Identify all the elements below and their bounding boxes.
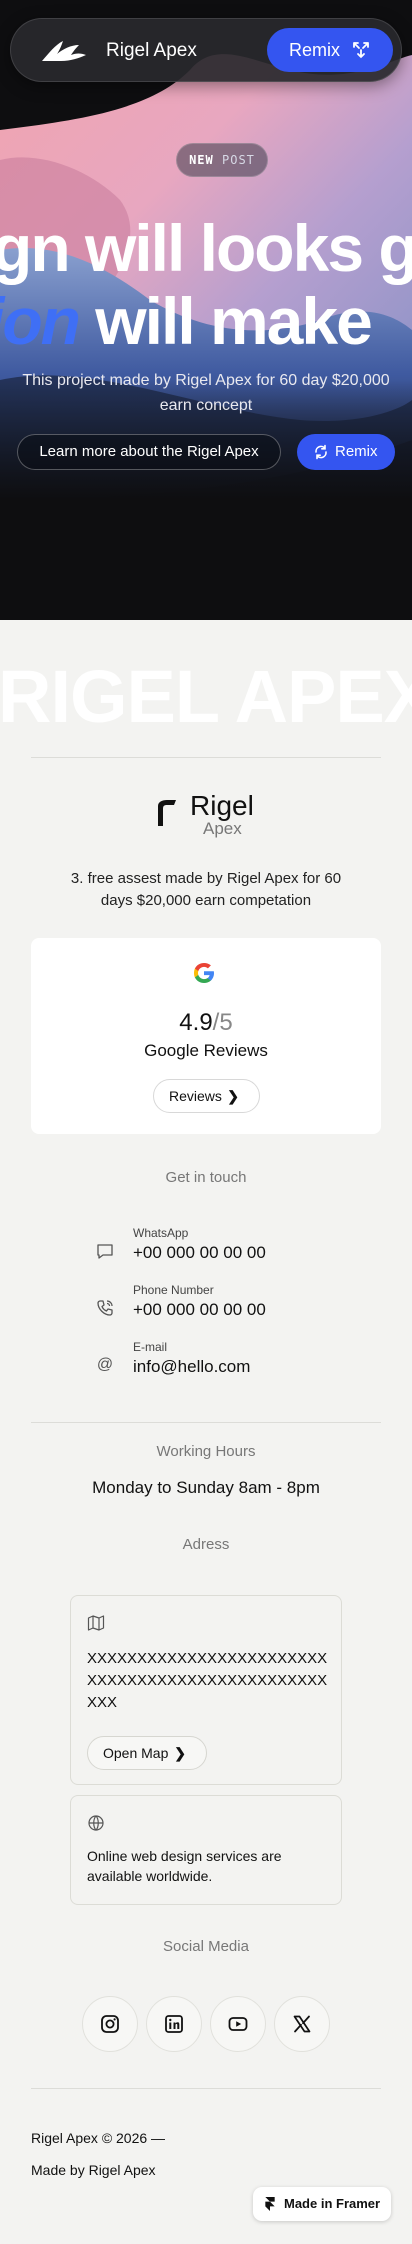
contact-label: E-mail bbox=[133, 1340, 168, 1354]
google-icon bbox=[194, 963, 214, 983]
badge-new-text: NEW bbox=[189, 153, 214, 167]
rating-label: Google Reviews bbox=[144, 1041, 268, 1060]
rating-max: /5 bbox=[212, 1009, 233, 1036]
big-brand-wordmark: RIGEL APEX bbox=[0, 655, 412, 738]
globe-icon bbox=[88, 1815, 104, 1831]
linkedin-icon bbox=[165, 2015, 183, 2033]
address-text: XXXXXXXXXXXXXXXXXXXXXXXXXXXXXXXXXXXXXXXX… bbox=[87, 1650, 328, 1711]
footer-copyright: Rigel Apex © 2026 — bbox=[31, 2130, 166, 2146]
contact-value[interactable]: +00 000 00 00 00 bbox=[133, 1242, 266, 1264]
address-card: XXXXXXXXXXXXXXXXXXXXXXXXXXXXXXXXXXXXXXXX… bbox=[70, 1595, 342, 1785]
nav-brand-name[interactable]: Rigel Apex bbox=[106, 39, 197, 63]
headline-italic-text: ion bbox=[0, 284, 81, 358]
chat-icon bbox=[97, 1244, 113, 1259]
profile-description: 3. free assest made by Rigel Apex for 60… bbox=[70, 870, 342, 909]
contact-section-title: Get in touch bbox=[165, 1169, 247, 1186]
youtube-icon bbox=[228, 2017, 248, 2031]
instagram-link[interactable] bbox=[82, 1996, 138, 2052]
working-hours-value: Monday to Sunday 8am - 8pm bbox=[92, 1478, 320, 1497]
online-services-text: Online web design services are available… bbox=[87, 1848, 282, 1884]
contact-email[interactable]: @ E-mail info@hello.com bbox=[92, 1339, 332, 1385]
instagram-icon bbox=[101, 2015, 119, 2033]
open-map-label: Open Map bbox=[103, 1745, 169, 1761]
hours-section-title: Working Hours bbox=[156, 1443, 256, 1460]
divider bbox=[31, 2088, 381, 2089]
profile-name-line2: Apex bbox=[203, 819, 242, 838]
nav-remix-button[interactable]: Remix bbox=[267, 28, 393, 72]
at-icon: @ bbox=[96, 1356, 114, 1373]
nav-remix-label: Remix bbox=[289, 39, 341, 60]
rating-score: 4.9/5 bbox=[0, 1008, 412, 1038]
chevron-right-icon: ❯ bbox=[227, 1088, 239, 1104]
framer-badge-label: Made in Framer bbox=[284, 2196, 381, 2211]
hero-section: Rigel Apex Remix NEW POST gn will looks … bbox=[0, 0, 412, 620]
social-section-title: Social Media bbox=[163, 1938, 249, 1955]
bird-logo-icon[interactable] bbox=[41, 39, 87, 63]
made-in-framer-badge[interactable]: Made in Framer bbox=[253, 2187, 391, 2221]
x-link[interactable] bbox=[274, 1996, 330, 2052]
contact-value[interactable]: info@hello.com bbox=[133, 1356, 250, 1378]
refresh-icon bbox=[315, 444, 327, 460]
open-map-button[interactable]: Open Map ❯ bbox=[87, 1736, 207, 1770]
remix-arrows-icon bbox=[353, 42, 369, 59]
hero-remix-label: Remix bbox=[335, 443, 378, 460]
divider bbox=[31, 757, 381, 758]
divider bbox=[31, 1422, 381, 1423]
rating-value: 4.9 bbox=[179, 1009, 213, 1036]
top-navbar: Rigel Apex Remix bbox=[10, 18, 402, 82]
footer-made-by[interactable]: Made by Rigel Apex bbox=[31, 2160, 156, 2180]
new-post-badge: NEW POST bbox=[176, 143, 268, 177]
chevron-right-icon: ❯ bbox=[174, 1745, 186, 1761]
profile-name-line1: Rigel bbox=[190, 790, 254, 821]
hero-headline-line2: ion will make bbox=[0, 284, 373, 358]
reviews-button-label: Reviews bbox=[169, 1088, 222, 1104]
youtube-link[interactable] bbox=[210, 1996, 266, 2052]
reviews-button[interactable]: Reviews ❯ bbox=[153, 1079, 260, 1113]
contact-label: WhatsApp bbox=[133, 1226, 189, 1240]
address-section-title: Adress bbox=[182, 1536, 230, 1553]
online-services-card: Online web design services are available… bbox=[70, 1795, 342, 1905]
rigel-logo-icon bbox=[158, 800, 176, 826]
linkedin-link[interactable] bbox=[146, 1996, 202, 2052]
contact-value[interactable]: +00 000 00 00 00 bbox=[133, 1299, 266, 1321]
hero-headline-line1: gn will looks g bbox=[0, 211, 412, 285]
map-icon bbox=[87, 1615, 105, 1631]
badge-post-text: POST bbox=[222, 153, 255, 167]
learn-more-button[interactable]: Learn more about the Rigel Apex bbox=[17, 434, 281, 470]
x-icon bbox=[293, 2015, 311, 2033]
contact-label: Phone Number bbox=[133, 1283, 214, 1297]
contact-phone[interactable]: Phone Number +00 000 00 00 00 bbox=[92, 1282, 332, 1328]
hero-subtitle: This project made by Rigel Apex for 60 d… bbox=[22, 372, 390, 414]
hero-remix-button[interactable]: Remix bbox=[297, 434, 395, 470]
framer-icon bbox=[265, 2197, 275, 2211]
phone-icon bbox=[97, 1300, 113, 1316]
contact-whatsapp[interactable]: WhatsApp +00 000 00 00 00 bbox=[92, 1225, 332, 1271]
headline-rest-text: will make bbox=[78, 284, 372, 358]
